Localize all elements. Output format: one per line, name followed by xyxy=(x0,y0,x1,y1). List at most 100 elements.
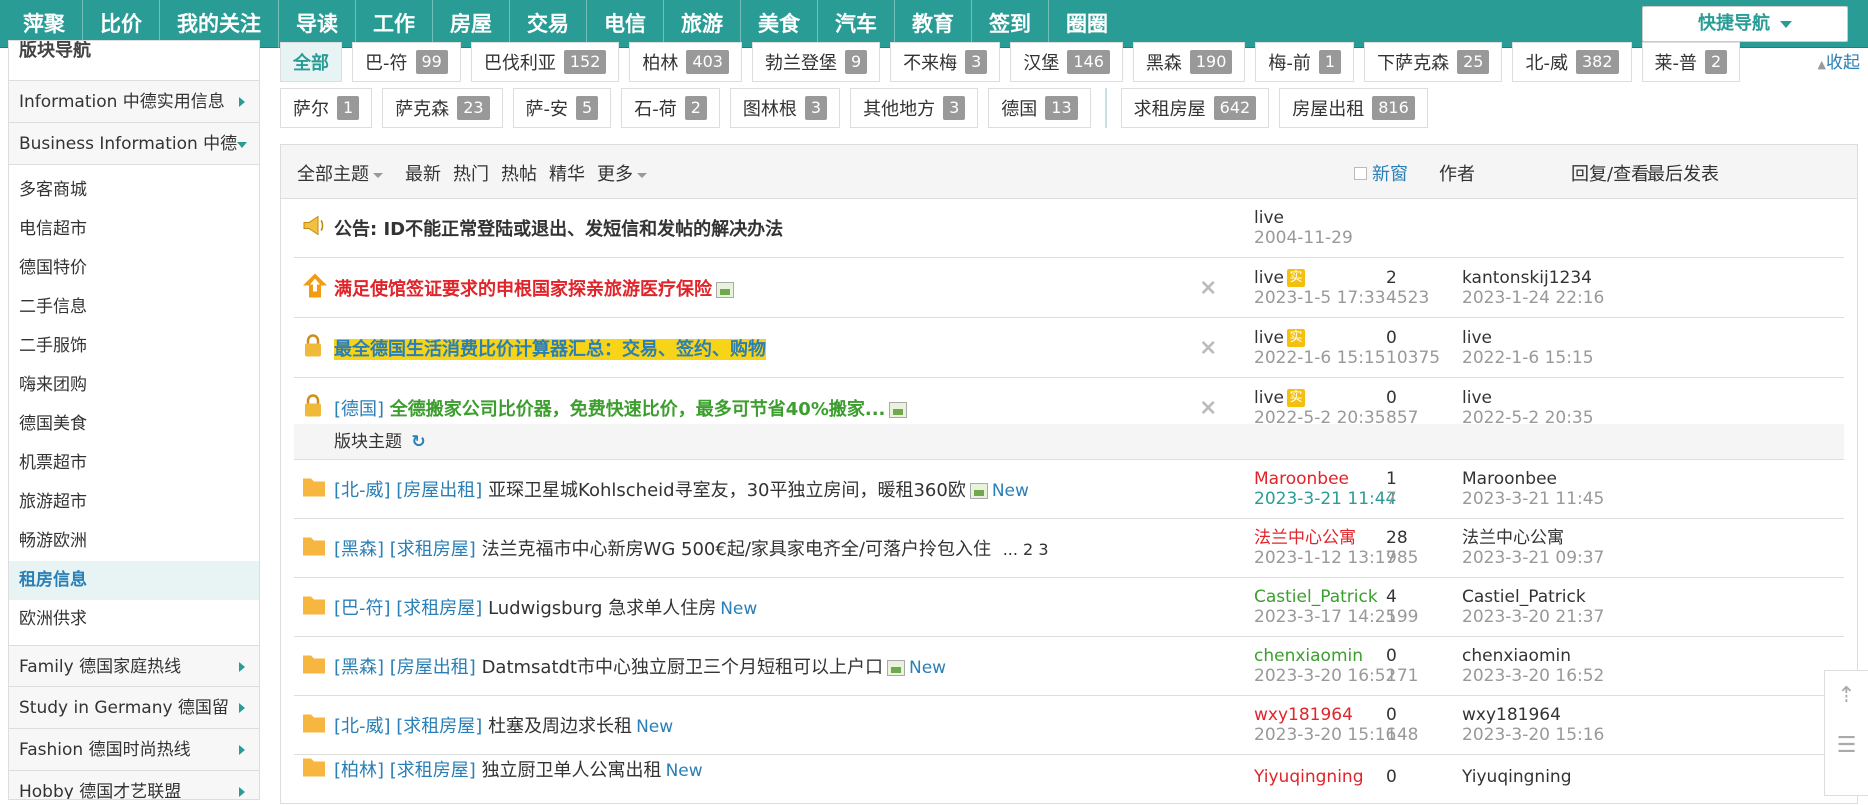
nav-item-checkin[interactable]: 签到 xyxy=(972,0,1049,48)
last-post-user[interactable]: Castiel_Patrick xyxy=(1462,587,1604,607)
sidebar-item[interactable]: 电信超市 xyxy=(9,210,259,249)
sidebar-item[interactable]: 二手服饰 xyxy=(9,327,259,366)
nav-item-housing[interactable]: 房屋 xyxy=(433,0,510,48)
nav-item-guide[interactable]: 导读 xyxy=(279,0,356,48)
thread-row[interactable]: [北-威] [房屋出租] 亚琛卫星城Kohlscheid寻室友，30平独立房间，… xyxy=(294,460,1844,519)
quick-nav-button[interactable]: 快捷导航 xyxy=(1642,6,1848,42)
list-icon[interactable]: ☰ xyxy=(1825,721,1868,771)
thread-row-pinned[interactable]: 最全德国生活消费比价计算器汇总：交易、签约、购物 × live 实 2022-1-6… xyxy=(294,318,1844,378)
last-post-user[interactable]: wxy181964 xyxy=(1462,705,1604,725)
forum-tag[interactable]: 德国 13 xyxy=(988,88,1091,128)
thread-author[interactable]: live xyxy=(1254,388,1284,408)
tab-hot[interactable]: 热门 xyxy=(453,160,489,186)
last-post-user[interactable]: chenxiaomin xyxy=(1462,646,1604,666)
forum-tag[interactable]: 下萨克森 25 xyxy=(1364,42,1503,82)
thread-row-announcement[interactable]: 公告: ID不能正常登陆或退出、发短信和发帖的解决办法 live 2004-11-… xyxy=(294,198,1844,258)
all-topics-dropdown[interactable]: 全部主题 xyxy=(297,160,383,186)
forum-tag[interactable]: 黑森 190 xyxy=(1132,42,1246,82)
thread-region-tag[interactable]: [巴-符] xyxy=(334,598,391,619)
refresh-icon[interactable]: ↻ xyxy=(411,432,425,452)
forum-tag[interactable]: 柏林 403 xyxy=(629,42,742,82)
nav-item-telecom[interactable]: 电信 xyxy=(587,0,664,48)
sidebar-item[interactable]: 畅游欧洲 xyxy=(9,522,259,561)
thread-title[interactable]: 最全德国生活消费比价计算器汇总：交易、签约、购物 xyxy=(334,335,766,361)
thread-author[interactable]: live xyxy=(1254,268,1284,288)
checkbox[interactable] xyxy=(1354,166,1367,180)
forum-tag[interactable]: 萨尔 1 xyxy=(280,88,373,128)
forum-tag[interactable]: 北-威 382 xyxy=(1512,42,1632,82)
thread-author[interactable]: Castiel_Patrick xyxy=(1254,587,1396,607)
thread-author[interactable]: Yiyuqingning xyxy=(1254,767,1363,787)
nav-item-food[interactable]: 美食 xyxy=(741,0,818,48)
forum-tag-all[interactable]: 全部 xyxy=(280,42,342,82)
forum-tag[interactable]: 其他地方 3 xyxy=(850,88,979,128)
nav-item-education[interactable]: 教育 xyxy=(895,0,972,48)
tab-hot-posts[interactable]: 热帖 xyxy=(501,160,537,186)
thread-title[interactable]: 满足使馆签证要求的申根国家探亲旅游医疗保险 xyxy=(334,275,734,301)
new-window-toggle[interactable]: 新窗 xyxy=(1354,160,1408,186)
thread-region-tag[interactable]: [北-威] xyxy=(334,716,391,737)
close-icon[interactable]: × xyxy=(1199,395,1217,420)
last-post-date[interactable]: 2023-3-21 11:45 xyxy=(1462,489,1604,509)
forum-tag[interactable]: 图林根 3 xyxy=(729,88,841,128)
sidebar-section-information[interactable]: Information 中德实用信息 xyxy=(9,81,259,123)
thread-author[interactable]: wxy181964 xyxy=(1254,705,1396,725)
thread-pages[interactable]: ... 2 3 xyxy=(1003,540,1049,559)
thread-title[interactable]: [北-威] [房屋出租] 亚琛卫星城Kohlscheid寻室友，30平独立房间，… xyxy=(334,476,1029,502)
nav-item-car[interactable]: 汽车 xyxy=(818,0,895,48)
nav-item-trade[interactable]: 交易 xyxy=(510,0,587,48)
thread-region-tag[interactable]: [黑森] xyxy=(334,539,384,560)
thread-author[interactable]: chenxiaomin xyxy=(1254,646,1396,666)
tab-more[interactable]: 更多 xyxy=(597,160,647,186)
thread-region-tag[interactable]: [黑森] xyxy=(334,657,384,678)
last-post-date[interactable]: 2023-3-20 16:52 xyxy=(1462,666,1604,686)
last-post-date[interactable]: 2023-3-20 15:16 xyxy=(1462,725,1604,745)
thread-type-tag[interactable]: [房屋出租] xyxy=(396,480,482,501)
forum-tag-rent-wanted[interactable]: 求租房屋 642 xyxy=(1120,88,1270,128)
thread-row-pinned[interactable]: 满足使馆签证要求的申根国家探亲旅游医疗保险 × live 实 2023-1-5 17… xyxy=(294,258,1844,318)
forum-tag[interactable]: 汉堡 146 xyxy=(1010,42,1123,82)
thread-region-tag[interactable]: [北-威] xyxy=(334,480,391,501)
forum-tag[interactable]: 石-荷 2 xyxy=(621,88,720,128)
last-post-user[interactable]: Maroonbee xyxy=(1462,469,1604,489)
sidebar-section-business[interactable]: Business Information 中德 xyxy=(9,123,259,165)
nav-item-work[interactable]: 工作 xyxy=(356,0,433,48)
forum-tag[interactable]: 巴-符 99 xyxy=(352,42,461,82)
thread-row[interactable]: [巴-符] [求租房屋] Ludwigsburg 急求单人住房 New Casti… xyxy=(294,578,1844,637)
sidebar-item[interactable]: 机票超市 xyxy=(9,444,259,483)
thread-title[interactable]: 公告: ID不能正常登陆或退出、发短信和发帖的解决办法 xyxy=(334,215,783,241)
tab-latest[interactable]: 最新 xyxy=(405,160,441,186)
close-icon[interactable]: × xyxy=(1199,335,1217,360)
thread-title[interactable]: [巴-符] [求租房屋] Ludwigsburg 急求单人住房 New xyxy=(334,594,757,620)
thread-region-tag[interactable]: [柏林] xyxy=(334,760,384,781)
forum-tag[interactable]: 萨克森 23 xyxy=(382,88,503,128)
thread-author[interactable]: live xyxy=(1254,328,1284,348)
thread-type-tag[interactable]: [求租房屋] xyxy=(390,760,476,781)
thread-title[interactable]: [柏林] [求租房屋] 独立厨卫单人公寓出租 New xyxy=(334,756,703,782)
last-post-date[interactable]: 2022-1-6 15:15 xyxy=(1462,348,1594,368)
last-post-user[interactable]: kantonskij1234 xyxy=(1462,268,1604,288)
sidebar-item[interactable]: 二手信息 xyxy=(9,288,259,327)
thread-type-tag[interactable]: [求租房屋] xyxy=(390,539,476,560)
forum-tag[interactable]: 梅-前 1 xyxy=(1255,42,1355,82)
last-post-user[interactable]: 法兰中心公寓 xyxy=(1462,528,1604,548)
thread-row[interactable]: [黑森] [房屋出租] Datmsatdt市中心独立厨卫三个月短租可以上户口 Ne… xyxy=(294,637,1844,696)
thread-prefix[interactable]: [德国] xyxy=(334,399,384,420)
thread-author[interactable]: live xyxy=(1254,208,1353,228)
last-post-user[interactable]: live xyxy=(1462,388,1594,408)
sidebar-item[interactable]: 多客商城 xyxy=(9,171,259,210)
thread-title[interactable]: [德国] 全德搬家公司比价器，免费快速比价，最多可节省40%搬家... xyxy=(334,395,908,421)
sidebar-item[interactable]: 欧洲供求 xyxy=(9,600,259,639)
nav-item-travel[interactable]: 旅游 xyxy=(664,0,741,48)
last-post-date[interactable]: 2023-3-21 09:37 xyxy=(1462,548,1604,568)
thread-row[interactable]: [黑森] [求租房屋] 法兰克福市中心新房WG 500€起/家具家电齐全/可落户… xyxy=(294,519,1844,578)
thread-author[interactable]: Maroonbee xyxy=(1254,469,1396,489)
thread-title[interactable]: [北-威] [求租房屋] 杜塞及周边求长租 New xyxy=(334,712,673,738)
collapse-link[interactable]: ▲收起 xyxy=(1818,48,1860,73)
thread-type-tag[interactable]: [房屋出租] xyxy=(390,657,476,678)
forum-tag[interactable]: 萨-安 5 xyxy=(512,88,612,128)
forum-tag[interactable]: 勃兰登堡 9 xyxy=(751,42,881,82)
sidebar-item-active[interactable]: 租房信息 xyxy=(9,561,259,600)
thread-title[interactable]: [黑森] [房屋出租] Datmsatdt市中心独立厨卫三个月短租可以上户口 Ne… xyxy=(334,653,946,679)
last-post-user[interactable]: live xyxy=(1462,328,1594,348)
